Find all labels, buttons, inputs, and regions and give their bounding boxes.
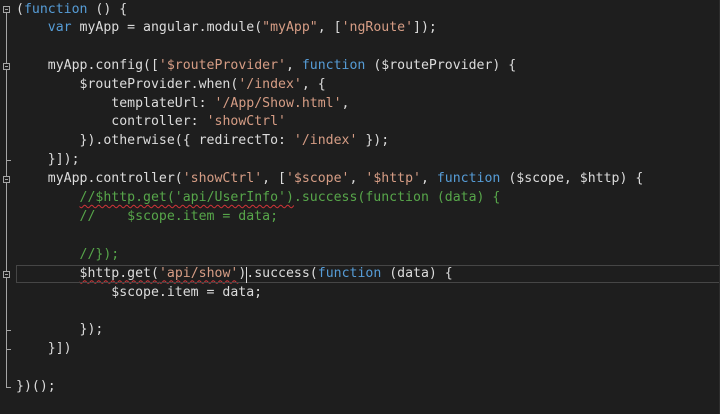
code-token: (data) {: [381, 265, 453, 281]
code-token: ($scope, $http) {: [500, 171, 644, 187]
code-line[interactable]: });: [16, 321, 720, 340]
code-line[interactable]: }]): [16, 340, 720, 359]
string-token: 'api/show': [158, 265, 239, 281]
code-line[interactable]: [16, 227, 720, 246]
code-token: ($routeProvider) {: [365, 57, 517, 73]
code-token: templateUrl:: [16, 95, 215, 111]
code-area[interactable]: (function () { var myApp = angular.modul…: [16, 0, 720, 397]
fold-end-marker: [6, 349, 11, 351]
code-line[interactable]: }]);: [16, 151, 720, 170]
string-token: "myApp": [262, 19, 318, 35]
collapse-icon[interactable]: [3, 6, 10, 13]
code-token: $routeProvider.when(: [16, 76, 239, 92]
code-token: myApp.controller(: [16, 171, 183, 187]
code-line[interactable]: [16, 38, 720, 57]
code-line[interactable]: templateUrl: '/App/Show.html',: [16, 95, 720, 114]
comment-token: //$http.get('api/UserInfo'): [79, 190, 294, 205]
fold-gutter: [0, 0, 16, 414]
code-token: controller:: [16, 114, 207, 130]
keyword-token: function: [23, 2, 88, 17]
string-token: 'showCtrl': [206, 114, 286, 130]
code-token: })();: [16, 379, 56, 394]
fold-end-marker: [6, 160, 11, 162]
keyword-token: var: [47, 19, 72, 35]
code-line[interactable]: //$http.get('api/UserInfo').success(func…: [16, 189, 720, 208]
code-token: ,: [349, 171, 366, 187]
code-token: $scope.item = data;: [16, 284, 263, 300]
code-token: ,: [420, 171, 437, 187]
code-line[interactable]: $routeProvider.when('/index', {: [16, 76, 720, 95]
code-token: myApp.config([: [16, 57, 159, 73]
code-token: });: [16, 322, 104, 338]
code-editor[interactable]: (function () { var myApp = angular.modul…: [0, 0, 720, 414]
collapse-icon[interactable]: [3, 62, 10, 70]
code-line[interactable]: //});: [16, 246, 720, 265]
code-token: }).otherwise({ redirectTo:: [16, 133, 294, 149]
code-line[interactable]: // $scope.item = data;: [16, 208, 720, 227]
string-token: '/App/Show.html': [214, 95, 342, 111]
code-token: (: [16, 2, 24, 17]
code-token: ]);: [413, 19, 437, 35]
code-token: () {: [87, 2, 128, 17]
code-line[interactable]: }).otherwise({ redirectTo: '/index' });: [16, 132, 720, 151]
string-token: '/index': [293, 133, 358, 149]
collapse-icon[interactable]: [3, 270, 10, 278]
code-line[interactable]: $http.get('api/show').success(function (…: [16, 264, 720, 284]
comment-token: //});: [16, 246, 120, 262]
keyword-token: function: [436, 171, 501, 187]
code-line[interactable]: myApp.controller('showCtrl', ['$scope', …: [16, 170, 720, 189]
code-line[interactable]: myApp.config(['$routeProvider', function…: [16, 57, 720, 76]
code-token: , [: [262, 171, 286, 187]
fold-guide-line: [6, 277, 7, 331]
fold-guide-line: [6, 69, 7, 161]
code-token: ,: [341, 95, 350, 111]
code-token: }]);: [16, 152, 80, 168]
code-line[interactable]: [16, 359, 720, 378]
string-token: '$scope': [285, 171, 350, 187]
keyword-token: function: [317, 265, 382, 281]
code-token: ,: [285, 57, 302, 73]
comment-token: .success(function (data) {: [293, 190, 501, 205]
string-token: '$routeProvider': [158, 57, 286, 73]
collapse-icon[interactable]: [3, 176, 10, 184]
code-token: });: [357, 133, 390, 149]
code-token: ).success(: [238, 265, 318, 281]
fold-end-marker: [6, 387, 11, 388]
code-token: , {: [301, 76, 326, 92]
text-caret: [246, 266, 247, 283]
code-line[interactable]: $scope.item = data;: [16, 284, 720, 303]
code-token: , [: [317, 19, 342, 35]
comment-token: // $scope.item = data;: [16, 208, 279, 224]
string-token: 'showCtrl': [182, 171, 263, 187]
code-line[interactable]: controller: 'showCtrl': [16, 113, 720, 132]
code-token: myApp = angular.module(: [71, 19, 263, 35]
code-line[interactable]: })();: [16, 378, 720, 397]
code-line[interactable]: (function () {: [16, 1, 720, 20]
fold-end-marker: [6, 330, 11, 332]
code-token: $http.get(: [79, 265, 159, 281]
string-token: '$http': [365, 171, 421, 187]
string-token: '/index': [238, 76, 302, 92]
code-token: }]): [16, 341, 72, 357]
code-line[interactable]: var myApp = angular.module("myApp", ['ng…: [16, 19, 720, 38]
code-line[interactable]: [16, 302, 720, 321]
keyword-token: function: [301, 57, 366, 73]
string-token: 'ngRoute': [341, 19, 414, 35]
